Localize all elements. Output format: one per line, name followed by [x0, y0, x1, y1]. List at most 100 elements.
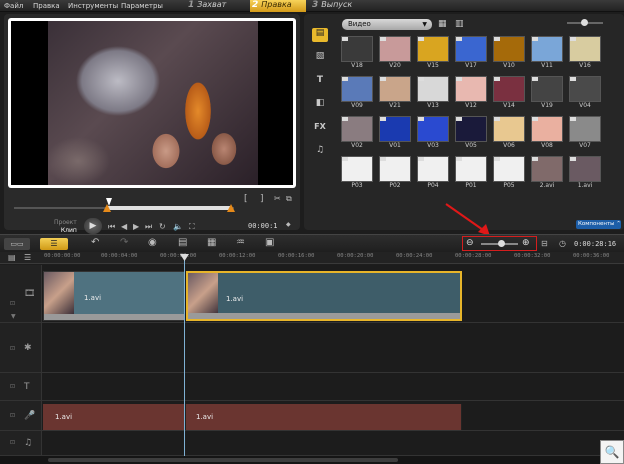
mode-project[interactable]: Проект	[54, 219, 77, 227]
motion-tracking-icon[interactable]: ▣	[265, 237, 274, 248]
title-track-header: ⊡ T	[0, 373, 42, 400]
previous-frame-icon[interactable]: ◀	[121, 222, 127, 231]
library-thumbnail[interactable]: V05	[455, 116, 487, 151]
lock-icon[interactable]: ⊡	[10, 383, 15, 390]
library-thumbnail[interactable]: V09	[341, 76, 373, 111]
fullscreen-icon[interactable]: ⛶	[189, 222, 195, 232]
step-label: Захват	[197, 0, 227, 9]
timeline-view-button[interactable]: ☰	[40, 238, 68, 250]
library-thumbnail[interactable]: V02	[341, 116, 373, 151]
components-button[interactable]: Компоненты ⌃	[576, 220, 621, 229]
step-tab-capture[interactable]: 1 Захват	[186, 0, 246, 12]
chapter-icon[interactable]: ☰	[24, 253, 31, 262]
next-frame-icon[interactable]: ▶	[133, 222, 139, 231]
library-thumbnail[interactable]: V01	[379, 116, 411, 151]
library-thumbnail[interactable]: V04	[569, 76, 601, 111]
library-thumbnail[interactable]: 1.avi	[569, 156, 601, 191]
menu-tools[interactable]: Инструменты	[68, 2, 118, 10]
mark-in-button[interactable]: [	[244, 194, 248, 204]
lock-icon[interactable]: ⊡	[10, 300, 15, 307]
magnifier-icon[interactable]: 🔍	[600, 440, 624, 464]
end-icon[interactable]: ⏭	[145, 222, 152, 232]
repeat-icon[interactable]: ↻	[159, 222, 166, 231]
library-thumbnail[interactable]: V15	[417, 36, 449, 71]
library-thumbnail[interactable]: V13	[417, 76, 449, 111]
scrubber[interactable]	[14, 198, 235, 212]
play-mode-selector[interactable]: Проект Клип	[54, 219, 77, 235]
timecode-stepper-icon[interactable]: ◆	[286, 221, 291, 228]
music-track-icon: ♫	[24, 438, 33, 448]
fit-project-icon[interactable]: ⊟	[541, 239, 548, 248]
mark-out-button[interactable]: ]	[260, 194, 264, 204]
library-thumbnail[interactable]: V17	[455, 36, 487, 71]
track-manager-icon[interactable]: ▤	[8, 253, 16, 262]
library-thumbnail[interactable]: P01	[455, 156, 487, 191]
step-tab-share[interactable]: 3 Выпуск	[310, 0, 370, 12]
mix-icon[interactable]: ▤	[178, 237, 187, 248]
library-thumbnail[interactable]: V03	[417, 116, 449, 151]
overlay-track: ⊡ ✱	[0, 323, 624, 373]
audio-clip[interactable]: 1.avi	[186, 404, 462, 430]
menu-edit[interactable]: Правка	[33, 2, 60, 10]
audio-icon[interactable]: ♫	[312, 145, 328, 159]
library-thumbnail[interactable]: V18	[341, 36, 373, 71]
library-thumbnail[interactable]: P05	[493, 156, 525, 191]
title-icon[interactable]: T	[312, 75, 328, 89]
library-thumbnail[interactable]: V11	[531, 36, 563, 71]
library-thumbnail[interactable]: P02	[379, 156, 411, 191]
library-thumbnail[interactable]: V08	[531, 116, 563, 151]
lock-icon[interactable]: ⊡	[10, 439, 15, 446]
video-clip-selected[interactable]: 1.avi	[186, 271, 462, 321]
thumbnail-size-knob[interactable]	[581, 19, 588, 26]
library-thumbnail[interactable]: V10	[493, 36, 525, 71]
library-thumbnail[interactable]: V07	[569, 116, 601, 151]
library-folder-dropdown[interactable]: Видео ▼	[342, 19, 432, 30]
media-icon[interactable]: ▤	[312, 28, 328, 42]
storyboard-view-button[interactable]: ▭▭	[4, 238, 30, 250]
expand-icon[interactable]: ▼	[11, 313, 16, 320]
timeline-timecode[interactable]: 0:00:28:16	[574, 240, 616, 248]
record-capture-icon[interactable]: ◉	[148, 237, 157, 248]
home-icon[interactable]: ⏮	[108, 222, 115, 232]
thumbnail-image	[493, 156, 525, 182]
zoom-in-icon[interactable]: ⊕	[522, 238, 530, 248]
library-thumbnail[interactable]: V21	[379, 76, 411, 111]
library-thumbnail[interactable]: V14	[493, 76, 525, 111]
redo-icon[interactable]: ↷	[120, 237, 128, 248]
library-thumbnail[interactable]: P03	[341, 156, 373, 191]
library-thumbnail[interactable]: V12	[455, 76, 487, 111]
filter-icon[interactable]: FX	[312, 122, 328, 136]
film-icon[interactable]: ▦	[207, 237, 216, 248]
thumbnail-label: V09	[351, 102, 363, 109]
transition-icon[interactable]: ▧	[312, 51, 328, 65]
step-tab-edit[interactable]: 2 Правка	[250, 0, 306, 12]
volume-icon[interactable]: 🔈	[173, 222, 183, 231]
menu-settings[interactable]: Параметры	[121, 2, 163, 10]
library-thumbnail[interactable]: V20	[379, 36, 411, 71]
thumbnail-image	[379, 76, 411, 102]
sort-icon[interactable]: ▥	[455, 19, 464, 29]
audio-clip[interactable]: 1.avi	[43, 404, 186, 430]
timeline-scrollbar-thumb[interactable]	[48, 458, 398, 462]
library-thumbnail[interactable]: P04	[417, 156, 449, 191]
thumbnail-label: V04	[579, 102, 591, 109]
lock-icon[interactable]: ⊡	[10, 345, 15, 352]
timeline-playhead[interactable]	[184, 256, 185, 456]
preview-timecode[interactable]: 00:00:1	[248, 222, 278, 230]
audio-mixer-icon[interactable]: ♒	[236, 237, 245, 248]
menu-file[interactable]: Файл	[4, 2, 23, 10]
library-thumbnail[interactable]: V06	[493, 116, 525, 151]
lock-icon[interactable]: ⊡	[10, 412, 15, 419]
split-clip-icon[interactable]: ✂	[274, 194, 281, 203]
zoom-out-icon[interactable]: ⊖	[466, 238, 474, 248]
import-folder-icon[interactable]: ▦	[438, 19, 447, 29]
library-thumbnail[interactable]: V16	[569, 36, 601, 71]
undo-icon[interactable]: ↶	[91, 237, 99, 248]
enlarge-icon[interactable]: ⧉	[286, 194, 292, 204]
library-thumbnail[interactable]: V19	[531, 76, 563, 111]
video-clip[interactable]: 1.avi	[43, 271, 185, 321]
play-button[interactable]: ▶	[84, 218, 102, 234]
graphics-icon[interactable]: ◧	[312, 98, 328, 112]
library-thumbnail[interactable]: 2.avi	[531, 156, 563, 191]
timeline-zoom-knob[interactable]	[497, 240, 505, 247]
